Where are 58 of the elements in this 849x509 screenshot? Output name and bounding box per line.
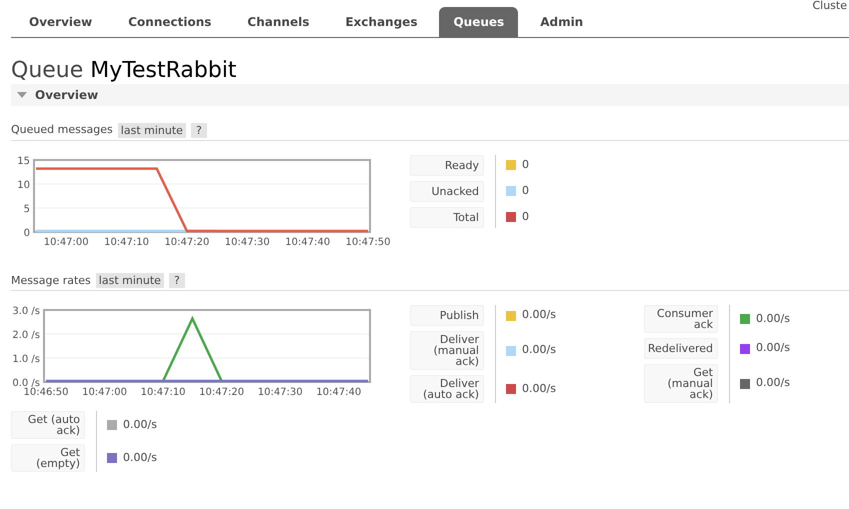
- collapse-triangle-icon: [17, 91, 27, 99]
- y-axis-label: 1.0 /s: [12, 354, 40, 365]
- legend-label: Deliver (manual ack): [410, 331, 484, 370]
- x-axis-label: 10:47:40: [316, 387, 362, 398]
- y-axis-label: 10: [17, 180, 30, 190]
- nav-tab[interactable]: Exchanges: [331, 7, 432, 37]
- legend-value: 0.00/s: [522, 342, 556, 358]
- legend-label: Unacked: [410, 180, 484, 202]
- x-axis-label: 10:47:40: [285, 236, 330, 248]
- legend-label: Total: [410, 206, 484, 228]
- x-axis-label: 10:47:00: [82, 387, 127, 398]
- legend-value: 0: [522, 182, 529, 199]
- nav-tab[interactable]: Queues: [439, 7, 518, 37]
- legend-label: Publish: [410, 305, 484, 326]
- x-axis-label: 10:47:20: [164, 236, 210, 248]
- nav-tab[interactable]: Channels: [233, 7, 324, 37]
- legend-label: Ready: [410, 154, 484, 176]
- help-button[interactable]: ?: [168, 273, 185, 288]
- legend-value: 0.00/s: [123, 450, 157, 466]
- range-selector[interactable]: last minute: [118, 122, 186, 138]
- cluster-label: Cluste: [812, 0, 847, 14]
- x-axis-label: 10:46:50: [24, 387, 68, 398]
- x-axis-label: 10:47:10: [104, 236, 149, 248]
- y-axis-label: 5: [24, 204, 30, 214]
- legend-label: Consumer ack: [644, 305, 718, 333]
- x-axis-label: 10:47:10: [140, 387, 186, 398]
- legend-label: Deliver (auto ack): [410, 375, 484, 403]
- legend-value: 0: [522, 156, 529, 173]
- y-axis-label: 15: [17, 156, 30, 166]
- nav-tab[interactable]: Admin: [526, 7, 598, 37]
- legend-value: 0.00/s: [756, 310, 790, 327]
- legend-value: 0.00/s: [522, 380, 556, 397]
- legend-value: 0.00/s: [522, 307, 556, 324]
- legend-label: Redelivered: [644, 338, 718, 359]
- nav-tab[interactable]: Connections: [114, 7, 226, 37]
- legend-value: 0.00/s: [756, 340, 790, 356]
- x-axis-label: 10:47:00: [44, 236, 89, 248]
- page-title: Queue MyTestRabbit: [11, 58, 238, 84]
- section-header[interactable]: Overview: [11, 84, 849, 106]
- x-axis-label: 10:47:50: [346, 236, 390, 248]
- y-axis-label: 0.0 /s: [12, 378, 40, 389]
- help-button[interactable]: ?: [190, 122, 207, 138]
- legend-label: Get (auto ack): [11, 411, 85, 439]
- legend-label: Get (manual ack): [644, 364, 718, 403]
- nav-tab[interactable]: Overview: [15, 7, 106, 37]
- y-axis-label: 3.0 /s: [12, 306, 40, 317]
- panel-title: Message rates: [11, 272, 91, 288]
- legend-value: 0: [522, 208, 529, 225]
- y-axis-label: 2.0 /s: [12, 330, 40, 341]
- legend-value: 0.00/s: [756, 375, 790, 392]
- x-axis-label: 10:47:30: [258, 387, 303, 398]
- legend-value: 0.00/s: [123, 416, 157, 433]
- x-axis-label: 10:47:20: [199, 387, 244, 398]
- legend-label: Get (empty): [11, 444, 85, 472]
- range-selector[interactable]: last minute: [96, 273, 164, 288]
- y-axis-label: 0: [24, 228, 30, 238]
- panel-title: Queued messages: [11, 122, 113, 138]
- x-axis-label: 10:47:30: [224, 236, 270, 248]
